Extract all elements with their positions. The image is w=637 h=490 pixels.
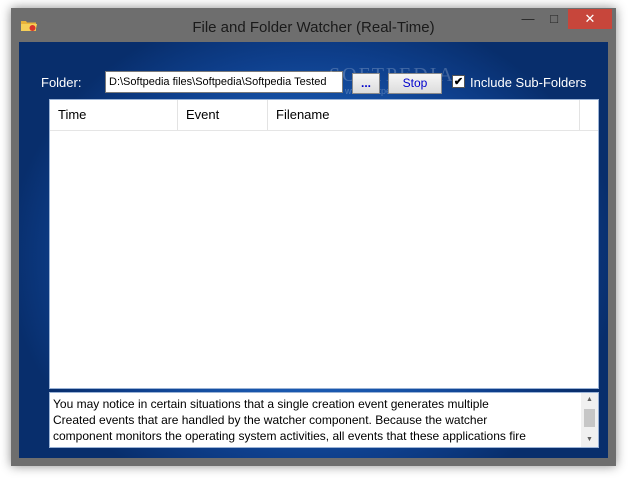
app-window: File and Folder Watcher (Real-Time) — □ … — [11, 8, 616, 466]
include-subfolders-label[interactable]: Include Sub-Folders — [470, 75, 586, 90]
events-list-header: Time Event Filename — [50, 100, 598, 131]
column-header-event[interactable]: Event — [178, 100, 268, 130]
info-line: You may notice in certain situations tha… — [53, 397, 489, 411]
client-area: Folder: SOFTPEDIA www.softpedia.com ... … — [19, 42, 608, 458]
folder-path-input[interactable] — [105, 71, 343, 93]
browse-button[interactable]: ... — [352, 73, 380, 94]
scroll-up-icon[interactable]: ▲ — [581, 393, 598, 407]
column-header-filename[interactable]: Filename — [268, 100, 580, 130]
maximize-button[interactable]: □ — [541, 9, 567, 29]
info-line: component monitors the operating system … — [53, 429, 526, 443]
minimize-button[interactable]: — — [515, 9, 541, 29]
info-textbox[interactable]: You may notice in certain situations tha… — [49, 392, 599, 448]
scrollbar-thumb[interactable] — [584, 409, 595, 427]
events-list[interactable]: Time Event Filename — [49, 99, 599, 389]
stop-button[interactable]: Stop — [388, 73, 442, 94]
info-line: Created events that are handled by the w… — [53, 413, 488, 427]
scroll-down-icon[interactable]: ▼ — [581, 433, 598, 447]
column-header-time[interactable]: Time — [50, 100, 178, 130]
include-subfolders-checkbox[interactable]: ✔ — [452, 75, 465, 88]
title-bar[interactable]: File and Folder Watcher (Real-Time) — □ … — [11, 8, 616, 42]
close-button[interactable]: ✕ — [568, 9, 612, 29]
info-text: You may notice in certain situations tha… — [53, 396, 575, 444]
folder-label: Folder: — [41, 75, 82, 90]
vertical-scrollbar[interactable]: ▲ ▼ — [581, 393, 598, 447]
